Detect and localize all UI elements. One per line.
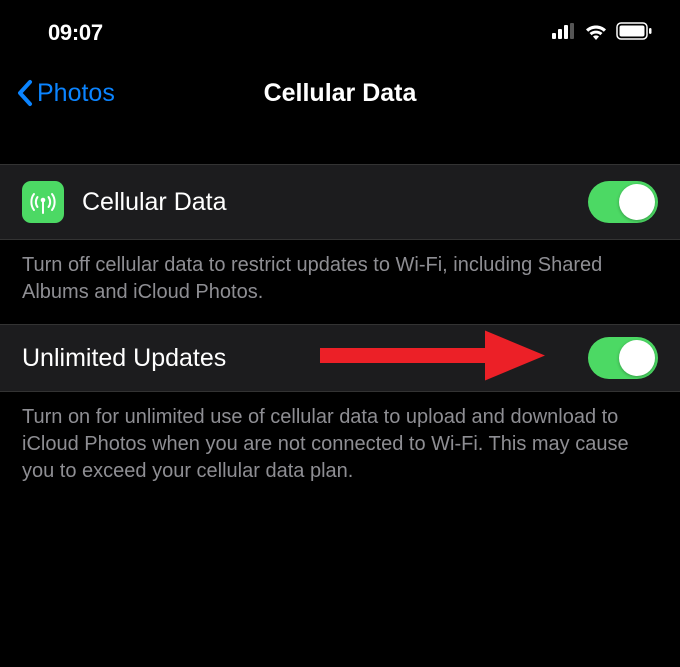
cellular-data-row[interactable]: Cellular Data [0,164,680,240]
unlimited-updates-label: Unlimited Updates [22,344,588,373]
cellular-signal-icon [552,23,576,44]
status-bar: 09:07 [0,0,680,58]
battery-icon [616,22,652,45]
cellular-data-toggle[interactable] [588,181,658,223]
status-indicators [552,22,652,45]
cellular-data-label: Cellular Data [82,188,588,217]
section-spacer [0,128,680,164]
back-button[interactable]: Photos [16,79,115,108]
antenna-icon [22,181,64,223]
status-time: 09:07 [48,20,103,46]
unlimited-updates-toggle[interactable] [588,337,658,379]
wifi-icon [584,22,608,45]
unlimited-updates-row[interactable]: Unlimited Updates [0,324,680,392]
page-title: Cellular Data [264,79,417,108]
back-label: Photos [37,79,115,108]
chevron-left-icon [16,79,33,107]
nav-header: Photos Cellular Data [0,58,680,128]
cellular-data-footer: Turn off cellular data to restrict updat… [0,240,680,324]
unlimited-updates-footer: Turn on for unlimited use of cellular da… [0,392,680,503]
